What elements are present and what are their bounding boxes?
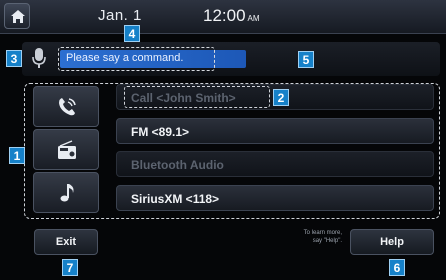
help-hint-line2: say "Help".	[312, 238, 342, 244]
ampm-indicator: AM	[247, 14, 260, 23]
command-item-highlight	[124, 86, 270, 108]
callout-badge: 6	[389, 259, 405, 276]
category-phone[interactable]	[33, 86, 99, 127]
home-button[interactable]	[4, 3, 30, 29]
callout-badge: 7	[62, 259, 78, 276]
exit-button[interactable]: Exit	[34, 229, 98, 255]
time-display: 12:00	[203, 6, 246, 25]
help-button[interactable]: Help	[350, 229, 434, 255]
callout-badge: 1	[9, 147, 25, 164]
command-row-fm[interactable]: FM <89.1>	[116, 118, 434, 144]
voice-recognition-screen: Jan. 1 12:00 AM Please say a command. Ca…	[0, 0, 446, 280]
clock: 12:00 AM	[203, 6, 260, 26]
command-row-label: SiriusXM <118>	[131, 192, 220, 206]
date-display: Jan. 1	[98, 7, 142, 24]
radio-icon	[58, 140, 76, 159]
help-hint-line1: To learn more,	[303, 230, 342, 236]
home-icon	[11, 10, 25, 23]
status-bar: Jan. 1 12:00 AM	[0, 0, 446, 34]
exit-button-label: Exit	[55, 236, 77, 248]
phone-icon	[59, 98, 76, 116]
command-row-siriusxm[interactable]: SiriusXM <118>	[116, 185, 434, 211]
category-radio[interactable]	[33, 129, 99, 170]
help-button-label: Help	[380, 236, 404, 248]
command-row-bluetooth-audio[interactable]: Bluetooth Audio	[116, 151, 434, 177]
command-row-label: FM <89.1>	[131, 125, 190, 139]
callout-badge: 5	[298, 51, 314, 68]
help-hint: To learn more, say "Help".	[272, 229, 342, 245]
microphone-icon	[32, 48, 46, 68]
command-prompt-highlight	[58, 47, 215, 71]
callout-badge: 2	[273, 89, 289, 106]
command-row-label: Bluetooth Audio	[131, 158, 224, 172]
category-music[interactable]	[33, 172, 99, 213]
callout-badge: 4	[124, 25, 140, 42]
callout-badge: 3	[6, 50, 22, 67]
music-note-icon	[60, 184, 74, 202]
